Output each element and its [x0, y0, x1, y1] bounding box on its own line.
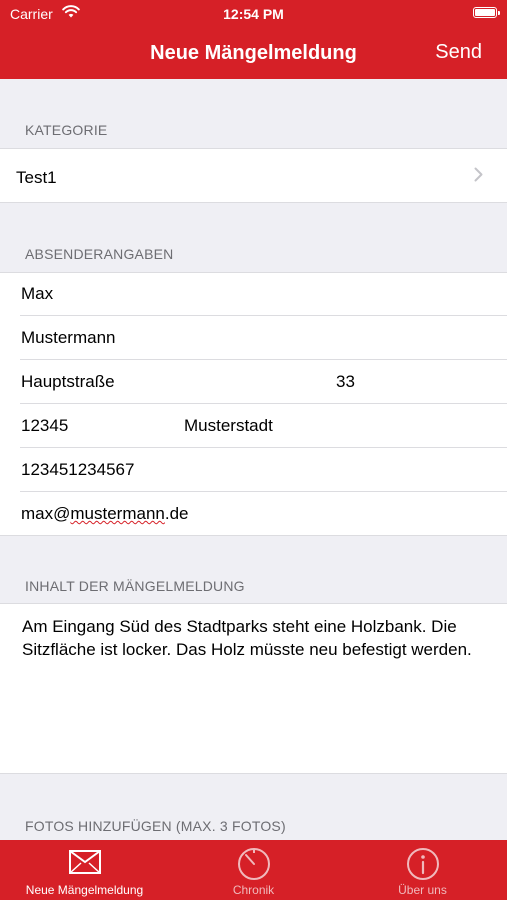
inhalt-group: Am Eingang Süd des Stadtparks steht eine… — [0, 603, 507, 774]
zip-field[interactable]: 12345 — [21, 416, 68, 436]
first-name-value: Max — [21, 284, 54, 303]
email-suffix: .de — [164, 504, 189, 523]
status-bar: Carrier 12:54 PM — [0, 0, 507, 28]
tab-bar: Neue Mängelmeldung Chronik Über uns — [0, 840, 507, 900]
tab-neue-maengelmeldung[interactable]: Neue Mängelmeldung — [0, 840, 169, 900]
city-row: 12345 Musterstadt — [0, 404, 507, 448]
tab-ueber-uns[interactable]: Über uns — [338, 840, 507, 900]
divider — [0, 535, 507, 536]
phone-value: 123451234567 — [21, 460, 135, 479]
last-name-value: Mustermann — [21, 328, 116, 347]
tab-label: Über uns — [398, 883, 447, 897]
chevron-right-icon — [474, 167, 483, 187]
description-textarea[interactable]: Am Eingang Süd des Stadtparks steht eine… — [22, 615, 492, 661]
last-name-field[interactable]: Mustermann — [0, 316, 507, 360]
email-prefix: max@ — [21, 504, 71, 523]
status-time: 12:54 PM — [223, 6, 284, 22]
email-value: max@mustermann.de — [21, 504, 189, 524]
first-name-field[interactable]: Max — [0, 272, 507, 316]
street-field[interactable]: Hauptstraße — [21, 372, 115, 392]
kategorie-row[interactable]: Test1 — [0, 148, 507, 203]
house-number-field[interactable]: 33 — [336, 372, 355, 392]
email-field[interactable]: max@mustermann.de — [0, 492, 507, 536]
phone-field[interactable]: 123451234567 — [0, 448, 507, 492]
tab-label: Neue Mängelmeldung — [25, 883, 144, 897]
navigation-bar: Neue Mängelmeldung Send — [0, 28, 507, 79]
email-misspelled-part: mustermann — [70, 504, 165, 523]
divider — [0, 773, 507, 774]
tab-label: Chronik — [232, 883, 275, 897]
fotos-header: FOTOS HINZUFÜGEN (MAX. 3 FOTOS) — [25, 818, 286, 834]
tab-chronik[interactable]: Chronik — [169, 840, 338, 900]
divider — [0, 603, 507, 604]
absender-header: ABSENDERANGABEN — [25, 246, 174, 262]
send-button[interactable]: Send — [435, 41, 482, 64]
city-field[interactable]: Musterstadt — [184, 416, 273, 436]
kategorie-value: Test1 — [16, 168, 57, 187]
address-row: Hauptstraße 33 — [0, 360, 507, 404]
absender-group: Max Mustermann Hauptstraße 33 12345 Must… — [0, 272, 507, 536]
divider — [0, 202, 507, 203]
page-title: Neue Mängelmeldung — [150, 42, 357, 64]
battery-icon — [473, 7, 500, 18]
inhalt-header: INHALT DER MÄNGELMELDUNG — [25, 578, 245, 594]
kategorie-header: KATEGORIE — [25, 122, 108, 138]
kategorie-group: Test1 — [0, 148, 507, 203]
